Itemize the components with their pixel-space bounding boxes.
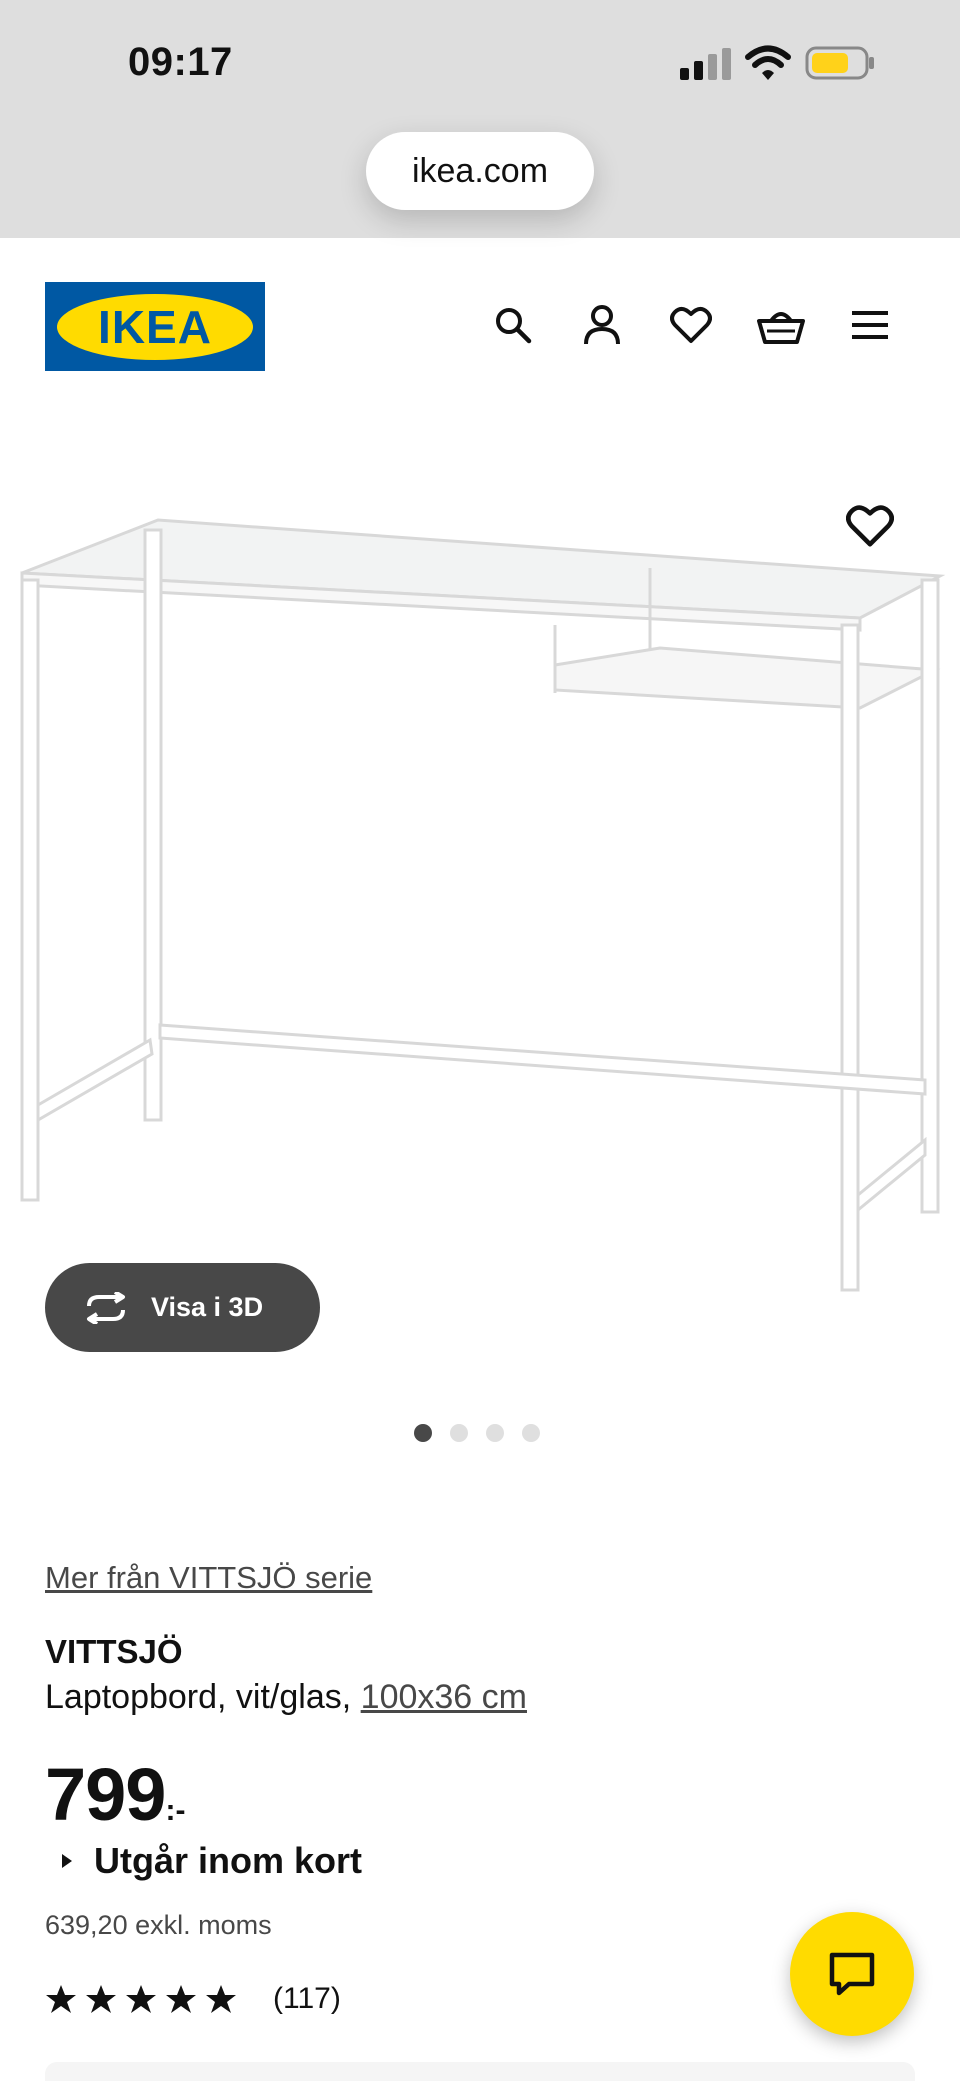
ikea-logo[interactable]: IKEA [45,282,265,371]
product-rating[interactable]: (117) [45,1982,341,2016]
gallery-dot[interactable] [486,1424,504,1442]
review-count: (117) [273,1982,341,2015]
wifi-icon [745,45,791,80]
product-type: Laptopbord, vit/glas, [45,1678,361,1716]
wishlist-heart-icon[interactable] [667,301,715,349]
chat-button[interactable] [790,1912,914,2036]
availability-toggle[interactable]: Utgår inom kort [62,1840,362,1882]
product-image[interactable] [0,480,960,1350]
next-section-card [45,2062,915,2081]
view-in-3d-button[interactable]: Visa i 3D [45,1263,320,1352]
cellular-signal-icon [680,48,731,80]
star-icon [46,1985,76,2013]
price-value: 799 [45,1753,166,1836]
star-icon [86,1985,116,2013]
basket-icon[interactable] [757,301,805,349]
logo-text: IKEA [57,293,253,360]
product-name: VITTSJÖ [45,1633,183,1670]
star-icon [206,1985,236,2013]
product-price: 799:- [45,1752,185,1837]
gallery-dot[interactable] [522,1424,540,1442]
rotate-3d-icon [87,1291,125,1324]
status-time: 09:17 [128,40,233,84]
availability-text: Utgår inom kort [94,1840,363,1881]
gallery-dot[interactable] [414,1424,432,1442]
url-bar[interactable]: ikea.com [366,132,594,210]
star-icon [126,1985,156,2013]
star-icon [166,1985,196,2013]
menu-icon[interactable] [846,301,894,349]
view-in-3d-label: Visa i 3D [151,1292,264,1322]
product-size-link[interactable]: 100x36 cm [361,1678,527,1716]
series-link[interactable]: Mer från VITTSJÖ serie [45,1560,372,1596]
browser-chrome: 09:17 ikea.com [0,0,960,238]
product-description: Laptopbord, vit/glas, 100x36 cm [45,1678,527,1717]
gallery-dot[interactable] [450,1424,468,1442]
expand-triangle-icon [62,1854,72,1868]
chat-bubble-icon [829,1952,875,1996]
price-suffix: :- [165,1794,186,1827]
save-product-heart-icon[interactable] [846,502,894,550]
battery-icon [805,46,874,80]
gallery-pagination [414,1424,540,1442]
search-icon[interactable] [489,301,537,349]
price-excl-vat: 639,20 exkl. moms [45,1910,272,1940]
account-icon[interactable] [578,301,626,349]
